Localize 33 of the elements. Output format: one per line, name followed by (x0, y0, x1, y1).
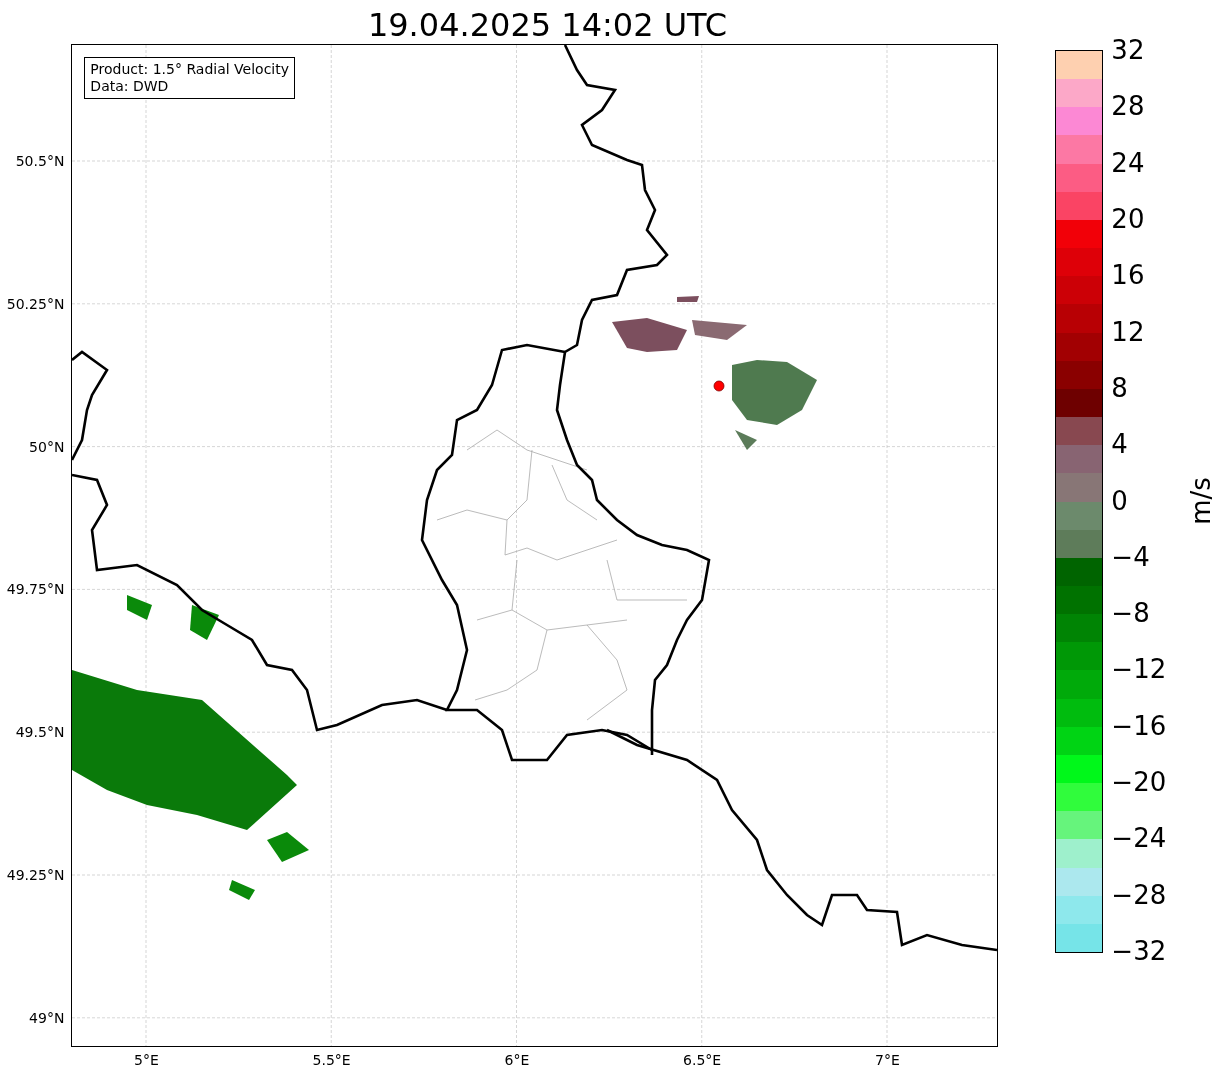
latitude-label: 50.5°N (15, 153, 65, 169)
colorbar-tick-label: 24 (1111, 147, 1145, 178)
info-text: Data: DWD (90, 78, 170, 95)
colorbar-tick-label: 20 (1111, 203, 1145, 234)
latitude-label: 49.5°N (15, 724, 65, 741)
longitude-label: 5.5°E (312, 1052, 351, 1068)
colorbar-tick-label: −32 (1111, 936, 1167, 966)
colorbar-tick-label: −16 (1111, 710, 1167, 741)
colorbar-tick-label: 28 (1111, 91, 1145, 122)
latitude-label: 50°N (29, 438, 65, 455)
colorbar-tick-label: 4 (1111, 429, 1128, 460)
latitude-label: 49.25°N (6, 867, 65, 883)
colorbar-unit-label: m/s (1186, 476, 1217, 525)
info-text: Product: 1.5° Radial Velocity (90, 61, 289, 78)
latitude-label: 49°N (29, 1009, 65, 1026)
latitude-label: 50.25°N (6, 295, 65, 312)
longitude-label: 6°E (504, 1052, 530, 1068)
colorbar-tick-label: −4 (1111, 541, 1150, 572)
longitude-label: 5°E (134, 1052, 159, 1068)
colorbar-tick-label: 8 (1111, 372, 1128, 403)
colorbar-tick-label: 16 (1111, 260, 1145, 291)
colorbar-tick-label: −12 (1111, 654, 1167, 685)
longitude-label: 6.5°E (683, 1052, 722, 1068)
colorbar-tick-label: −28 (1111, 879, 1167, 910)
colorbar-tick-label: 32 (1111, 35, 1145, 65)
colorbar-tick-label: −8 (1111, 598, 1150, 629)
colorbar-tick-label: 0 (1111, 485, 1128, 516)
longitude-label: 7°E (875, 1052, 900, 1068)
colorbar-tick-label: 12 (1111, 316, 1145, 347)
colorbar-tick-label: −20 (1111, 767, 1167, 798)
chart-title: 19.04.2025 14:02 UTC (367, 5, 728, 45)
latitude-label: 49.75°N (6, 581, 65, 598)
colorbar-tick-label: −24 (1111, 823, 1167, 854)
